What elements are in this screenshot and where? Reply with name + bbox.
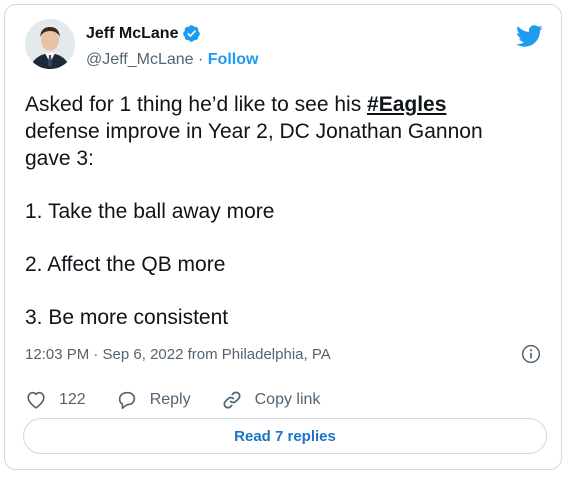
link-icon (223, 391, 241, 409)
info-icon[interactable] (521, 344, 541, 364)
reply-icon (118, 391, 135, 410)
tweet-list-item: 1. Take the ball away more (25, 200, 275, 223)
handle-separator: · (193, 51, 208, 68)
tweet-actions: 122 Reply Copy link (25, 389, 350, 411)
avatar-image (25, 19, 75, 69)
author-name[interactable]: Jeff McLane (86, 25, 178, 43)
like-button[interactable]: 122 (25, 389, 86, 411)
read-replies-button[interactable]: Read 7 replies (23, 418, 547, 454)
read-replies-label: Read 7 replies (234, 427, 336, 445)
tweet-list-item: 3. Be more consistent (25, 306, 229, 329)
tweet-line-1: Asked for 1 thing he’d like to see his #… (25, 91, 545, 118)
twitter-bird-icon[interactable] (515, 24, 543, 48)
heart-icon (27, 391, 45, 409)
copy-link-label: Copy link (254, 391, 321, 408)
like-count: 122 (59, 391, 86, 408)
author-handle[interactable]: @Jeff_McLane (86, 51, 194, 68)
tweet-card: Jeff McLane @Jeff_McLane · Follow Asked … (4, 4, 562, 470)
tweet-line-3: gave 3: (25, 147, 94, 170)
avatar[interactable] (25, 19, 75, 69)
tweet-text: Asked for 1 thing he’d like to see his #… (25, 91, 545, 331)
follow-button[interactable]: Follow (208, 51, 259, 68)
author-handle-row: @Jeff_McLane · Follow (86, 51, 258, 69)
reply-label: Reply (149, 391, 191, 408)
tweet-list-item: 2. Affect the QB more (25, 253, 226, 276)
tweet-text-prefix: Asked for 1 thing he’d like to see his (25, 93, 368, 116)
tweet-line-2: defense improve in Year 2, DC Jonathan G… (25, 120, 483, 143)
author-name-row: Jeff McLane (86, 24, 201, 43)
hashtag-link[interactable]: #Eagles (367, 93, 446, 116)
reply-button[interactable]: Reply (116, 389, 191, 411)
copy-link-button[interactable]: Copy link (221, 389, 321, 411)
tweet-timestamp[interactable]: 12:03 PM · Sep 6, 2022 from Philadelphia… (25, 346, 331, 363)
verified-badge-icon (183, 25, 201, 42)
